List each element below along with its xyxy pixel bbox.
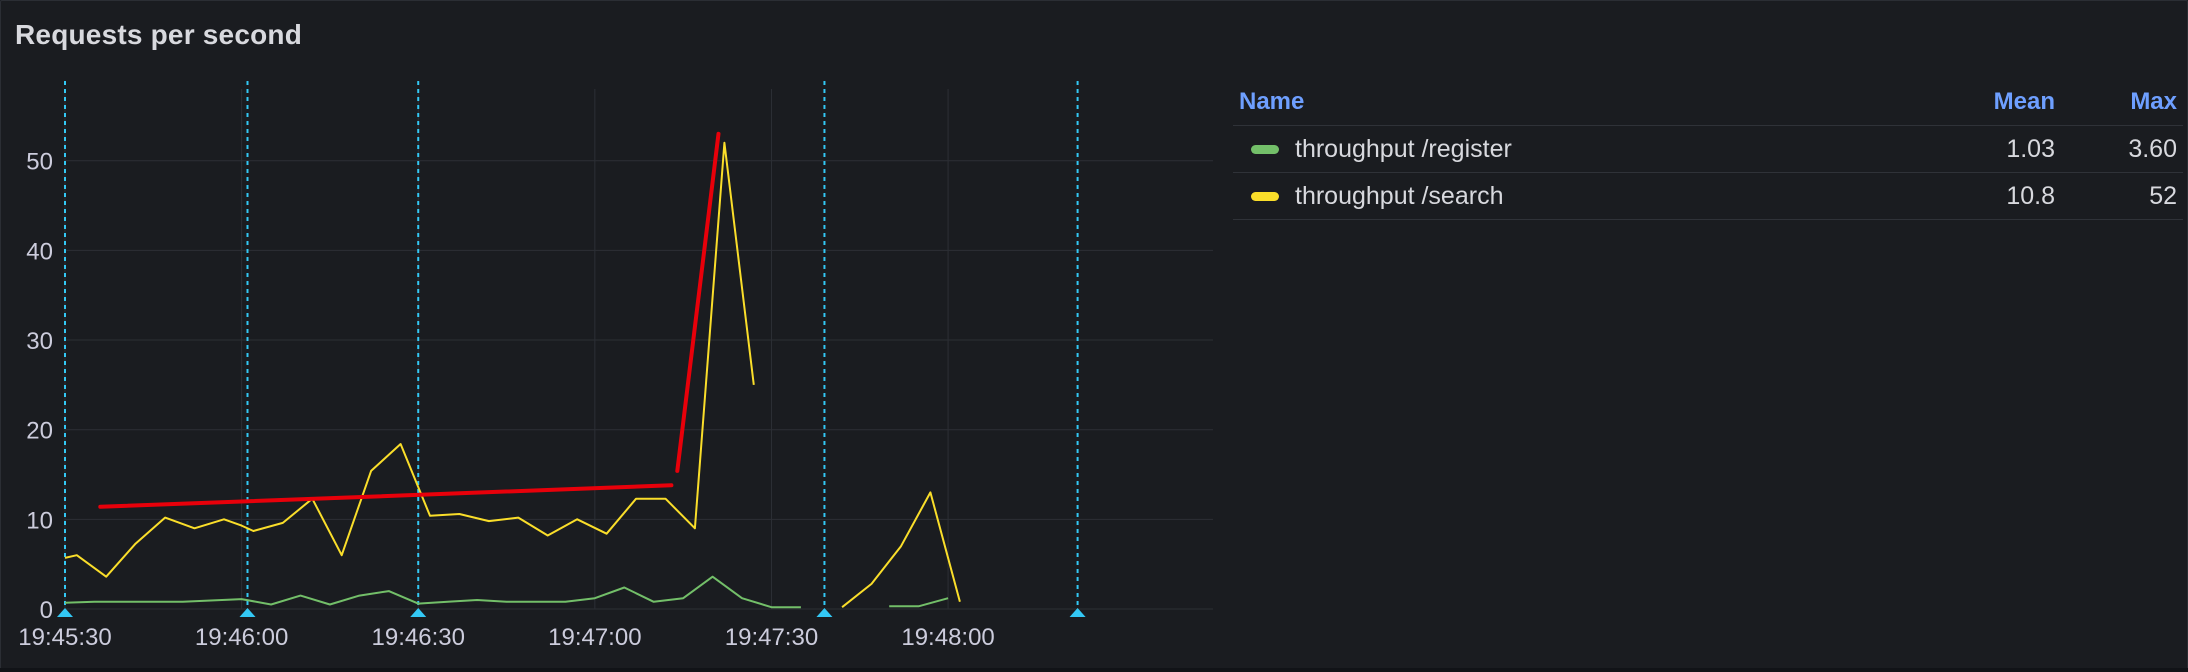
legend-mean-value: 10.8 bbox=[1929, 172, 2061, 220]
legend-table: Name Mean Max throughput /register 1.03 … bbox=[1233, 87, 2183, 220]
series-color-swatch bbox=[1251, 145, 1279, 155]
x-tick-label: 19:46:00 bbox=[195, 624, 288, 651]
legend-header-max[interactable]: Max bbox=[2061, 87, 2183, 126]
panel-bottom-edge bbox=[0, 668, 2188, 672]
y-tick-label: 30 bbox=[26, 328, 53, 355]
series-line bbox=[64, 141, 755, 578]
legend-row-search[interactable]: throughput /search 10.8 52 bbox=[1233, 172, 2183, 220]
y-tick-label: 10 bbox=[26, 507, 53, 534]
y-tick-label: 50 bbox=[26, 149, 53, 176]
legend-max-value: 3.60 bbox=[2061, 125, 2183, 173]
x-tick-label: 19:47:00 bbox=[548, 624, 641, 651]
x-tick-label: 19:46:30 bbox=[372, 624, 465, 651]
series-color-swatch bbox=[1251, 192, 1279, 202]
legend-series-name[interactable]: throughput /search bbox=[1295, 182, 1503, 210]
x-tick-label: 19:48:00 bbox=[901, 624, 994, 651]
legend-header-mean[interactable]: Mean bbox=[1929, 87, 2061, 126]
legend-max-value: 52 bbox=[2061, 172, 2183, 220]
series-line bbox=[889, 597, 949, 608]
chart-svg[interactable]: 0 10 20 30 40 50 19:45:30 19:46:00 19:46:30 19:47… bbox=[1, 81, 1229, 671]
legend-header-name[interactable]: Name bbox=[1233, 87, 1929, 126]
y-tick-label: 40 bbox=[26, 238, 53, 265]
y-tick-label: 20 bbox=[26, 418, 53, 445]
legend-series-name[interactable]: throughput /register bbox=[1295, 135, 1512, 163]
time-series-chart[interactable]: 0 10 20 30 40 50 19:45:30 19:46:00 19:46:30 19:47… bbox=[1, 81, 1229, 671]
x-tick-label: 19:45:30 bbox=[18, 624, 111, 651]
y-tick-label: 0 bbox=[40, 597, 53, 624]
x-tick-label: 19:47:30 bbox=[725, 624, 818, 651]
trend-overlay-line bbox=[98, 483, 674, 509]
legend-row-register[interactable]: throughput /register 1.03 3.60 bbox=[1233, 125, 2183, 173]
series-line bbox=[64, 575, 801, 609]
legend-mean-value: 1.03 bbox=[1929, 125, 2061, 173]
requests-panel: Requests per second 0 10 20 30 40 50 19:45:30 1… bbox=[0, 0, 2188, 670]
panel-title[interactable]: Requests per second bbox=[15, 19, 302, 51]
series-line bbox=[841, 491, 961, 608]
